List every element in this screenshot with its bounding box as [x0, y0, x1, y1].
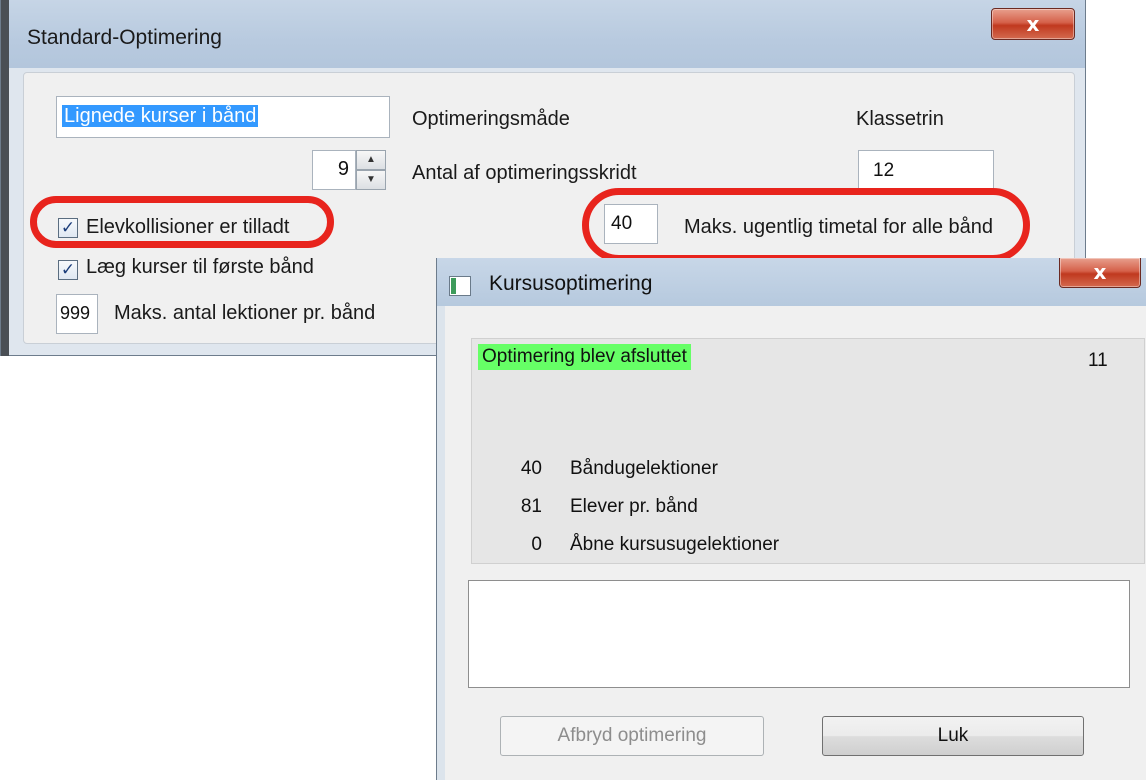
- status-badge: Optimering blev afsluttet: [478, 344, 691, 370]
- max-lessons-label: Maks. antal lektioner pr. bånd: [114, 302, 376, 324]
- abort-button[interactable]: Afbryd optimering: [500, 716, 764, 756]
- steps-stepper-buttons[interactable]: ▲ ▼: [356, 150, 386, 190]
- window-edge: [1, 0, 9, 356]
- app-icon: [449, 276, 471, 296]
- first-band-label: Læg kurser til første bånd: [86, 256, 314, 278]
- mode-label: Optimeringsmåde: [412, 108, 570, 130]
- dialog-title: Kursusoptimering: [489, 272, 653, 295]
- window-title: Standard-Optimering: [27, 26, 222, 49]
- status-count: 11: [1088, 350, 1108, 371]
- first-band-checkbox[interactable]: ✓: [58, 260, 78, 280]
- name-field-value: Lignede kurser i bånd: [62, 105, 259, 127]
- stat-label: Åbne kursusugelektioner: [570, 534, 780, 555]
- highlight-oval-max-hours: [582, 188, 1030, 262]
- stat-value: 81: [520, 496, 542, 517]
- dialog-close-icon[interactable]: x: [1059, 258, 1141, 288]
- kursusoptimering-dialog: Kursusoptimering x: [436, 258, 1146, 780]
- max-lessons-field[interactable]: 999: [56, 294, 98, 334]
- log-box[interactable]: [468, 580, 1130, 688]
- status-panel: [471, 338, 1145, 564]
- steps-stepper[interactable]: 9: [312, 150, 356, 190]
- grade-label: Klassetrin: [856, 108, 944, 130]
- close-button[interactable]: Luk: [822, 716, 1084, 756]
- stat-label: Elever pr. bånd: [570, 496, 698, 517]
- stat-value: 0: [531, 534, 542, 555]
- close-icon[interactable]: x: [991, 8, 1075, 40]
- name-field[interactable]: Lignede kurser i bånd: [56, 96, 390, 138]
- stat-value: 40: [520, 458, 542, 479]
- steps-label: Antal af optimeringsskridt: [412, 162, 637, 184]
- chevron-down-icon[interactable]: ▼: [356, 170, 386, 190]
- grade-field[interactable]: 12: [858, 150, 994, 190]
- chevron-up-icon[interactable]: ▲: [356, 150, 386, 170]
- stat-label: Båndugelektioner: [570, 458, 718, 479]
- highlight-oval-collisions: [30, 196, 334, 248]
